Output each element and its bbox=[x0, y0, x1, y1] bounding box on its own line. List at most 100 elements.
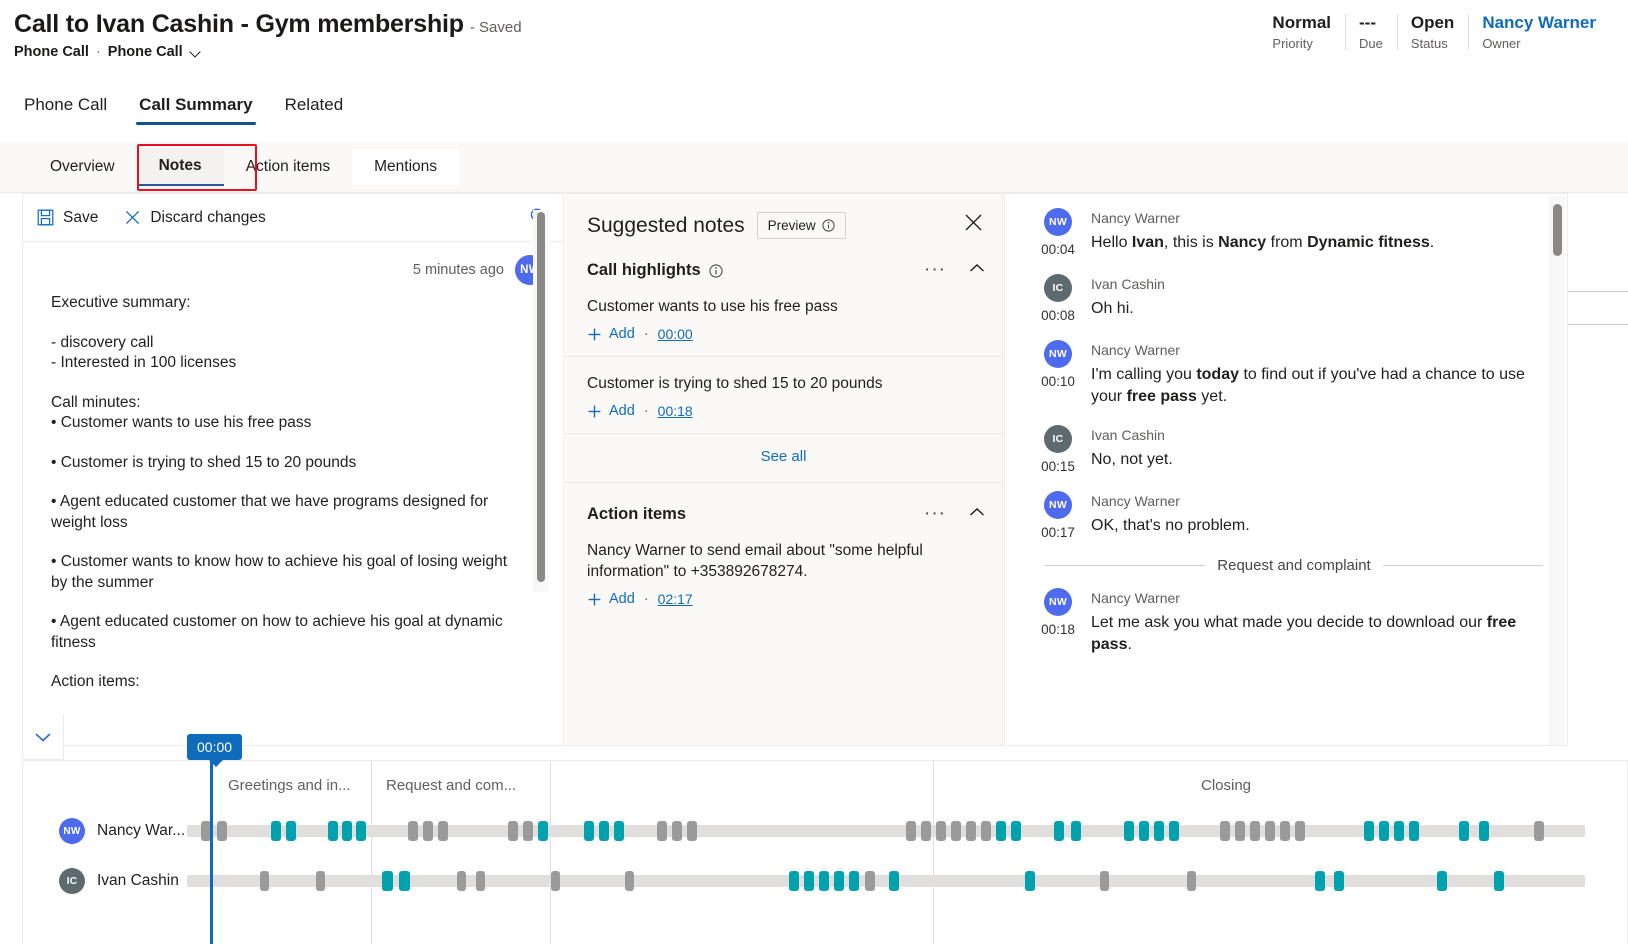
timeline-segment[interactable] bbox=[834, 871, 844, 891]
timeline-segment[interactable] bbox=[538, 821, 548, 841]
timeline-segment[interactable] bbox=[423, 821, 433, 841]
see-all-link[interactable]: See all bbox=[761, 448, 807, 465]
timeline-segment[interactable] bbox=[614, 821, 624, 841]
notes-content[interactable]: Executive summary: - discovery call - In… bbox=[23, 287, 563, 739]
timeline-segment[interactable] bbox=[1139, 821, 1149, 841]
transcript-timestamp[interactable]: 00:17 bbox=[1041, 525, 1075, 540]
timeline-segment[interactable] bbox=[599, 821, 609, 841]
timeline-segment[interactable] bbox=[1265, 821, 1275, 841]
timeline-segment[interactable] bbox=[271, 821, 281, 841]
timeline-segment[interactable] bbox=[1437, 871, 1447, 891]
discard-changes-button[interactable]: Discard changes bbox=[124, 209, 266, 227]
timeline-segment[interactable] bbox=[356, 821, 366, 841]
header-field-priority[interactable]: Normal Priority bbox=[1258, 12, 1345, 53]
header-field-status[interactable]: Open Status bbox=[1396, 12, 1468, 53]
tab-phone-call[interactable]: Phone Call bbox=[14, 95, 117, 125]
timestamp-link[interactable]: 00:00 bbox=[658, 326, 693, 342]
timeline-segment[interactable] bbox=[889, 871, 899, 891]
save-button[interactable]: Save bbox=[37, 209, 98, 227]
timeline-segment[interactable] bbox=[1100, 871, 1109, 891]
timeline-segment[interactable] bbox=[906, 821, 916, 841]
transcript-timestamp[interactable]: 00:15 bbox=[1041, 459, 1075, 474]
timeline-segment[interactable] bbox=[804, 871, 814, 891]
timeline-segment[interactable] bbox=[1459, 821, 1469, 841]
transcript-timestamp[interactable]: 00:10 bbox=[1041, 374, 1075, 389]
timeline-segment[interactable] bbox=[1334, 871, 1344, 891]
timeline-segment[interactable] bbox=[523, 821, 533, 841]
timeline-segment[interactable] bbox=[1187, 871, 1196, 891]
timeline-segment[interactable] bbox=[1154, 821, 1164, 841]
timeline-segment[interactable] bbox=[1409, 821, 1419, 841]
timeline-segment[interactable] bbox=[1250, 821, 1260, 841]
timeline-segment[interactable] bbox=[951, 821, 961, 841]
timeline-segment[interactable] bbox=[476, 871, 485, 891]
timeline-segment[interactable] bbox=[1315, 871, 1325, 891]
transcript-scrollbar-thumb[interactable] bbox=[1553, 204, 1562, 256]
timeline-segment[interactable] bbox=[819, 871, 829, 891]
transcript-entry[interactable]: NW 00:17 Nancy Warner OK, that's no problem… bbox=[1025, 491, 1543, 540]
timeline-segment[interactable] bbox=[1235, 821, 1245, 841]
collapse-section-button[interactable] bbox=[968, 505, 986, 523]
timeline-segment[interactable] bbox=[1169, 821, 1179, 841]
timeline-segment[interactable] bbox=[1479, 821, 1489, 841]
timeline-segment[interactable] bbox=[657, 821, 667, 841]
timeline-segment[interactable] bbox=[260, 871, 269, 891]
timeline-segment[interactable] bbox=[849, 871, 859, 891]
transcript-entry[interactable]: NW 00:04 Nancy Warner Hello Ivan, this is N… bbox=[1025, 208, 1543, 257]
timeline-segment[interactable] bbox=[1534, 821, 1544, 841]
timeline-segment[interactable] bbox=[438, 821, 448, 841]
transcript-entry[interactable]: NW 00:10 Nancy Warner I'm calling you today… bbox=[1025, 340, 1543, 408]
add-note-button[interactable]: Add bbox=[587, 403, 635, 419]
timeline-segment[interactable] bbox=[1364, 821, 1374, 841]
transcript-scrollbar-track[interactable] bbox=[1549, 196, 1565, 745]
timeline-segment[interactable] bbox=[584, 821, 594, 841]
timeline-segment[interactable] bbox=[921, 821, 931, 841]
tab-overview[interactable]: Overview bbox=[28, 149, 137, 185]
timeline-segment[interactable] bbox=[508, 821, 518, 841]
tab-related[interactable]: Related bbox=[275, 95, 354, 125]
tab-mentions[interactable]: Mentions bbox=[352, 149, 460, 185]
playhead[interactable] bbox=[210, 745, 213, 944]
header-field-due[interactable]: --- Due bbox=[1345, 12, 1397, 53]
timeline-segment[interactable] bbox=[1394, 821, 1404, 841]
timeline-segment[interactable] bbox=[316, 871, 325, 891]
timeline-segment[interactable] bbox=[687, 821, 697, 841]
notes-scrollbar-thumb[interactable] bbox=[537, 212, 545, 582]
timeline-segment[interactable] bbox=[1025, 871, 1035, 891]
close-suggested-notes-button[interactable] bbox=[963, 212, 984, 238]
timeline-segment[interactable] bbox=[1280, 821, 1290, 841]
timestamp-link[interactable]: 00:18 bbox=[658, 403, 693, 419]
timeline-segment[interactable] bbox=[342, 821, 352, 841]
timeline-segment[interactable] bbox=[408, 821, 418, 841]
tab-call-summary[interactable]: Call Summary bbox=[129, 95, 262, 125]
timeline-segment[interactable] bbox=[865, 871, 875, 891]
timeline-segment[interactable] bbox=[399, 871, 410, 891]
timeline-segment[interactable] bbox=[936, 821, 946, 841]
owner-value[interactable]: Nancy Warner bbox=[1482, 12, 1596, 34]
more-options-icon[interactable]: ··· bbox=[924, 260, 946, 279]
timeline-segment[interactable] bbox=[981, 821, 991, 841]
timeline-segment[interactable] bbox=[1011, 821, 1021, 841]
timeline-segment[interactable] bbox=[789, 871, 799, 891]
transcript-timestamp[interactable]: 00:08 bbox=[1041, 308, 1075, 323]
add-note-button[interactable]: Add bbox=[587, 591, 635, 607]
transcript-timestamp[interactable]: 00:18 bbox=[1041, 622, 1075, 637]
info-icon[interactable] bbox=[709, 263, 723, 278]
timeline-segment[interactable] bbox=[551, 871, 560, 891]
timeline-segment[interactable] bbox=[1494, 871, 1504, 891]
timeline-segment[interactable] bbox=[672, 821, 682, 841]
timeline-segment[interactable] bbox=[328, 821, 338, 841]
timeline-segment[interactable] bbox=[1295, 821, 1305, 841]
timeline-segment[interactable] bbox=[1220, 821, 1230, 841]
timeline-track[interactable] bbox=[187, 821, 1585, 841]
timeline-segment[interactable] bbox=[966, 821, 976, 841]
transcript-entry[interactable]: IC 00:15 Ivan Cashin No, not yet. bbox=[1025, 425, 1543, 474]
timeline-segment[interactable] bbox=[625, 871, 634, 891]
add-note-button[interactable]: Add bbox=[587, 326, 635, 342]
timeline-segment[interactable] bbox=[1379, 821, 1389, 841]
tab-action-items[interactable]: Action items bbox=[224, 149, 352, 185]
timeline-segment[interactable] bbox=[217, 821, 227, 841]
header-field-owner[interactable]: Nancy Warner Owner bbox=[1468, 12, 1610, 53]
timeline-segment[interactable] bbox=[1124, 821, 1134, 841]
chevron-down-icon[interactable] bbox=[190, 47, 201, 58]
